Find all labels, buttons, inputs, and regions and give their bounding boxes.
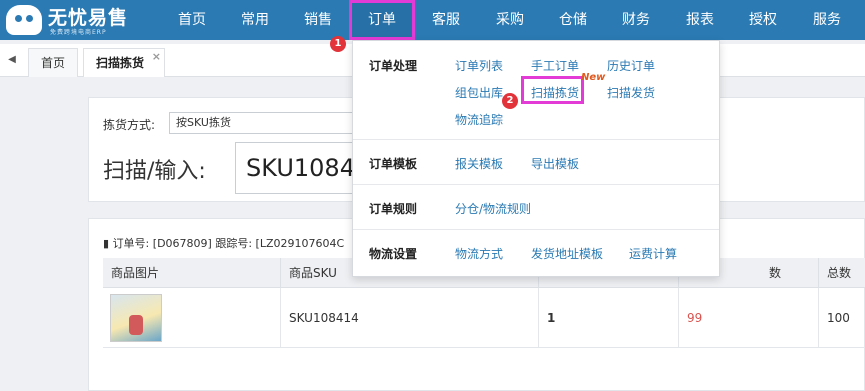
product-thumbnail	[110, 294, 162, 342]
nav-orders[interactable]: 订单	[349, 0, 415, 40]
nav-finance[interactable]: 财务	[606, 0, 666, 40]
tracking-no-label: 跟踪号:	[215, 237, 253, 250]
menu-link-warehouse-logistics-rules[interactable]: 分仓/物流规则	[455, 200, 531, 217]
menu-link-manual-order[interactable]: 手工订单	[531, 57, 579, 74]
close-icon[interactable]: ×	[152, 43, 161, 71]
menu-group-title: 订单规则	[369, 202, 418, 216]
tab-scan-picking[interactable]: 扫描拣货 ×	[83, 48, 166, 77]
product-sku-cell: SKU108414	[281, 288, 539, 348]
tracking-no: [LZ029107604C	[255, 237, 345, 250]
new-badge: New	[581, 72, 606, 83]
product-image-cell	[103, 288, 281, 348]
nav-authorization[interactable]: 授权	[733, 0, 793, 40]
scan-input[interactable]: SKU1084	[235, 142, 355, 194]
nav-warehouse[interactable]: 仓储	[543, 0, 603, 40]
menu-group-order-templates: 订单模板 报关模板 导出模板	[353, 140, 719, 185]
top-nav-bar: 无忧易售 免费跨境电商ERP 首页 常用 销售 订单 客服 采购 仓储 财务 报…	[0, 0, 865, 40]
menu-link-scan-shipping[interactable]: 扫描发货	[607, 84, 655, 101]
scan-picking-highlight-box	[521, 76, 584, 104]
menu-link-freight-calculator[interactable]: 运费计算	[629, 245, 677, 262]
picked-qty-cell: 1	[539, 288, 679, 348]
menu-group-title: 订单模板	[369, 157, 418, 171]
order-no: [D067809]	[152, 237, 212, 250]
table-header-total: 总数	[819, 258, 865, 288]
menu-link-order-history[interactable]: 历史订单	[607, 57, 655, 74]
logo[interactable]: 无忧易售 免费跨境电商ERP	[6, 3, 156, 37]
step-marker-1: 1	[330, 36, 346, 52]
menu-link-shipping-methods[interactable]: 物流方式	[455, 245, 503, 262]
scan-input-label: 扫描/输入:	[103, 159, 206, 184]
nav-customer-service[interactable]: 客服	[416, 0, 476, 40]
order-info: ▮ 订单号: [D067809] 跟踪号: [LZ029107604C	[103, 235, 344, 251]
picking-method-label: 拣货方式:	[103, 118, 156, 132]
step-marker-2: 2	[502, 93, 518, 109]
nav-home[interactable]: 首页	[162, 0, 222, 40]
orders-dropdown-menu: 订单处理 订单列表 手工订单 历史订单 组包出库 扫描拣货 扫描发货 物流追踪 …	[352, 40, 720, 277]
menu-link-export-template[interactable]: 导出模板	[531, 155, 579, 172]
menu-group-logistics-settings: 物流设置 物流方式 发货地址模板 运费计算	[353, 230, 719, 276]
count-cell: 99	[679, 288, 819, 348]
menu-link-customs-template[interactable]: 报关模板	[455, 155, 503, 172]
logo-title: 无忧易售	[48, 7, 129, 29]
order-no-label: 订单号:	[112, 237, 150, 250]
menu-group-title: 订单处理	[369, 59, 418, 73]
tab-scan-picking-label: 扫描拣货	[96, 56, 145, 70]
menu-link-sender-address-template[interactable]: 发货地址模板	[531, 245, 603, 262]
logo-mascot-icon	[6, 5, 42, 35]
nav-sales[interactable]: 销售	[288, 0, 348, 40]
menu-link-logistics-tracking[interactable]: 物流追踪	[455, 111, 503, 128]
book-icon: ▮	[103, 237, 110, 250]
total-cell: 100	[819, 288, 865, 348]
picking-method-select[interactable]: 按SKU拣货	[169, 112, 359, 134]
nav-common[interactable]: 常用	[225, 0, 285, 40]
table-header-image: 商品图片	[103, 258, 281, 288]
nav-service[interactable]: 服务	[797, 0, 857, 40]
menu-link-order-list[interactable]: 订单列表	[455, 57, 503, 74]
tab-scroll-left-icon[interactable]: ◀	[4, 52, 20, 68]
nav-reports[interactable]: 报表	[670, 0, 730, 40]
menu-link-package-outbound[interactable]: 组包出库	[455, 84, 503, 101]
menu-group-title: 物流设置	[369, 247, 418, 261]
tab-home[interactable]: 首页	[28, 48, 79, 77]
logo-subtitle: 免费跨境电商ERP	[50, 29, 107, 36]
menu-group-order-rules: 订单规则 分仓/物流规则	[353, 185, 719, 230]
nav-purchase[interactable]: 采购	[480, 0, 540, 40]
